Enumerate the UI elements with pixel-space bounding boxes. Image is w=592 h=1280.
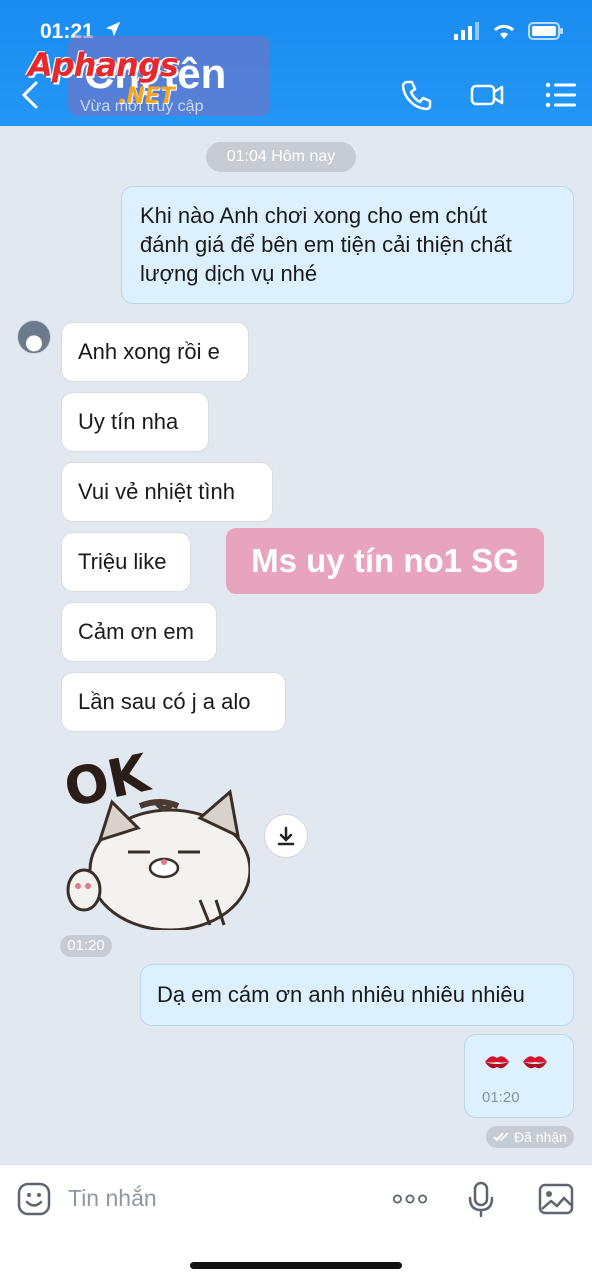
emoji-row — [483, 1049, 549, 1075]
outgoing-emoji-message[interactable]: 01:20 — [464, 1034, 574, 1118]
more-icon[interactable] — [392, 1181, 428, 1217]
message-line: đánh giá để bên em tiện cải thiện chất — [140, 232, 512, 257]
ok-cat-sticker[interactable]: OK — [60, 740, 250, 930]
message-time: 01:20 — [482, 1089, 520, 1106]
kiss-mark-icon — [523, 1056, 547, 1069]
message-text: Vui vẻ nhiệt tình — [78, 479, 235, 504]
image-icon[interactable] — [538, 1181, 574, 1217]
signal-icon — [454, 22, 479, 40]
message-input[interactable]: Tin nhắn — [68, 1185, 157, 1212]
kiss-mark-icon — [485, 1056, 509, 1069]
incoming-message[interactable]: Lần sau có j a alo — [61, 672, 286, 732]
watermark-logo-sub: .NET — [118, 84, 175, 109]
video-icon[interactable] — [470, 78, 504, 112]
watermark-banner: Ms uy tín no1 SG — [226, 528, 544, 594]
incoming-message[interactable]: Vui vẻ nhiệt tình — [61, 462, 273, 522]
message-text: Triệu like — [78, 549, 167, 574]
download-button[interactable] — [264, 814, 308, 858]
message-time: 01:20 — [60, 935, 112, 957]
download-icon — [277, 826, 295, 846]
home-indicator[interactable] — [190, 1262, 402, 1269]
outgoing-message[interactable]: Khi nào Anh chơi xong cho em chút đánh g… — [121, 186, 574, 304]
menu-icon[interactable] — [544, 78, 578, 112]
incoming-message[interactable]: Uy tín nha — [61, 392, 209, 452]
mic-icon[interactable] — [463, 1181, 499, 1217]
incoming-message[interactable]: Cảm ơn em — [61, 602, 217, 662]
message-line: lượng dịch vụ nhé — [140, 261, 318, 286]
phone-icon[interactable] — [400, 78, 434, 112]
status-icons — [454, 22, 564, 40]
message-text: Anh xong rồi e — [78, 339, 220, 364]
date-separator: 01:04 Hôm nay — [206, 142, 356, 172]
watermark-logo: Aphangs — [28, 46, 179, 84]
battery-icon — [528, 22, 563, 40]
back-icon[interactable] — [18, 80, 44, 110]
message-text: Uy tín nha — [78, 409, 179, 434]
wifi-icon — [493, 24, 515, 39]
chat-header: 01:21 Chị tên Vừa mới truy cập Aphangs .… — [0, 0, 592, 126]
received-label: Đã nhận — [514, 1129, 567, 1145]
contact-avatar[interactable] — [17, 320, 51, 354]
message-text: Dạ em cám ơn anh nhiêu nhiêu nhiêu — [157, 982, 525, 1007]
outgoing-message[interactable]: Dạ em cám ơn anh nhiêu nhiêu nhiêu — [140, 964, 574, 1026]
message-text: Cảm ơn em — [78, 619, 194, 644]
message-line: Khi nào Anh chơi xong cho em chút — [140, 203, 488, 228]
message-text: Lần sau có j a alo — [78, 689, 251, 714]
emoji-icon[interactable] — [16, 1181, 52, 1217]
incoming-message[interactable]: Anh xong rồi e — [61, 322, 249, 382]
incoming-message[interactable]: Triệu like — [61, 532, 191, 592]
double-check-icon — [493, 1132, 509, 1142]
received-status: Đã nhận — [486, 1126, 574, 1148]
